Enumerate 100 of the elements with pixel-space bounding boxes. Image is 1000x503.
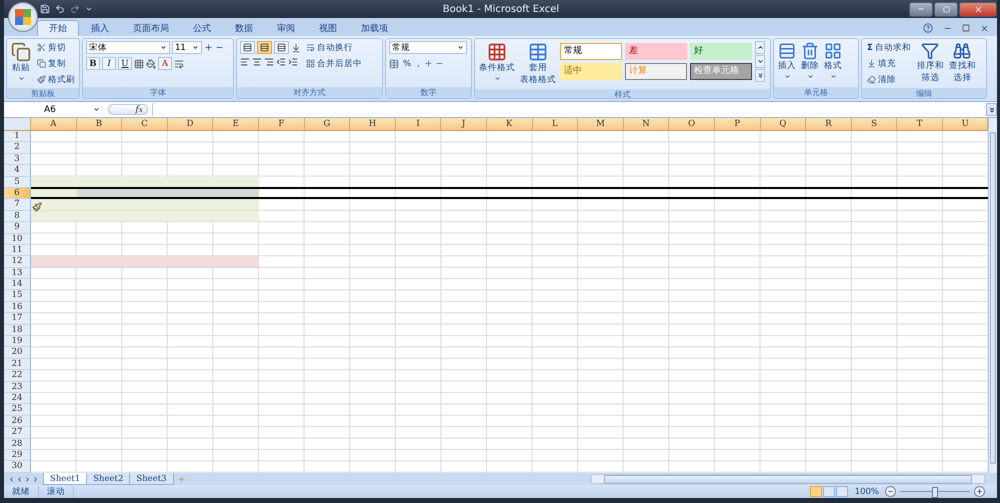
font-name-field[interactable]: 宋体 — [86, 41, 170, 54]
row-header[interactable]: 13 — [4, 268, 31, 280]
outdent-icon[interactable] — [276, 57, 286, 67]
column-header[interactable]: J — [441, 118, 487, 131]
cell-style[interactable]: 差 — [625, 43, 687, 60]
table-format-button[interactable]: 套用 表格格式 — [519, 41, 557, 87]
row-header[interactable]: 19 — [4, 336, 31, 348]
percent-button[interactable]: % — [401, 57, 414, 70]
editing-button[interactable]: 填充 — [865, 57, 913, 70]
column-header[interactable]: L — [532, 118, 578, 131]
office-button[interactable] — [8, 2, 38, 32]
clipboard-button[interactable]: 复制 — [35, 57, 77, 70]
cell-style[interactable]: 适中 — [560, 63, 622, 80]
column-header[interactable]: S — [852, 118, 898, 131]
row-header[interactable]: 15 — [4, 290, 31, 302]
clipboard-button[interactable]: 剪切 — [35, 41, 77, 54]
fill-color-icon[interactable] — [146, 58, 156, 68]
cells-button[interactable]: 插入 — [777, 41, 797, 81]
minimize-button[interactable] — [909, 2, 933, 16]
font-color-button[interactable]: A — [158, 57, 172, 70]
italic-button[interactable]: I — [102, 57, 116, 70]
underline-button[interactable]: U — [118, 57, 132, 70]
row-header[interactable]: 8 — [4, 210, 31, 222]
scroll-up-button[interactable] — [755, 41, 765, 54]
close-icon[interactable] — [980, 24, 989, 32]
column-header[interactable]: F — [258, 118, 305, 131]
row-header[interactable]: 10 — [4, 234, 31, 245]
cell-style[interactable]: 好 — [690, 43, 752, 60]
editing-button[interactable]: 清除 — [865, 73, 913, 86]
prev-sheet-icon[interactable] — [16, 476, 23, 482]
column-header[interactable]: H — [350, 118, 396, 131]
editing-big-button[interactable]: 排序和 筛选 — [916, 41, 945, 85]
align-button[interactable] — [257, 41, 272, 54]
row-header[interactable]: 1 — [4, 131, 31, 142]
undo-icon[interactable] — [55, 4, 65, 14]
row-header[interactable]: 2 — [4, 142, 31, 154]
row-header[interactable]: 5 — [4, 176, 31, 188]
row-header[interactable]: 24 — [4, 392, 31, 404]
close-button[interactable] — [959, 2, 997, 16]
column-header[interactable]: Q — [760, 118, 806, 131]
name-box[interactable]: A6 — [4, 103, 104, 116]
column-header[interactable]: R — [806, 118, 852, 131]
row-header[interactable]: 26 — [4, 416, 31, 428]
align-center-icon[interactable] — [252, 57, 262, 67]
vertical-scrollbar[interactable] — [988, 118, 997, 473]
row-header[interactable]: 11 — [4, 244, 31, 256]
column-header[interactable]: D — [168, 118, 214, 131]
column-header[interactable]: C — [122, 118, 168, 131]
font-size-field[interactable]: 11 — [172, 41, 202, 54]
cells-button[interactable]: 删除 — [800, 41, 820, 81]
redo-icon[interactable] — [70, 4, 80, 14]
row-header[interactable]: 29 — [4, 450, 31, 462]
column-header[interactable]: U — [942, 118, 988, 131]
sheet-tab[interactable]: Sheet1 — [43, 473, 88, 485]
number-format-field[interactable]: 常规 — [389, 41, 467, 54]
comma-button[interactable]: , — [415, 57, 422, 70]
ribbon-tab[interactable]: 插入 — [79, 20, 121, 36]
align-button[interactable] — [274, 41, 289, 54]
column-header[interactable]: O — [669, 118, 715, 131]
column-header[interactable]: E — [213, 118, 259, 131]
row-header[interactable]: 30 — [4, 461, 31, 473]
customize-icon[interactable] — [85, 5, 93, 13]
row-header[interactable]: 4 — [4, 165, 31, 177]
ribbon-tab[interactable]: 审阅 — [265, 20, 307, 36]
ribbon-tab[interactable]: 开始 — [37, 20, 79, 36]
align-right-icon[interactable] — [264, 57, 274, 67]
border-icon[interactable] — [134, 58, 144, 68]
zoom-out-button[interactable] — [885, 486, 896, 497]
ribbon-tab[interactable]: 视图 — [307, 20, 349, 36]
horizontal-scrollbar[interactable] — [591, 474, 985, 484]
help-icon[interactable] — [923, 23, 933, 33]
first-sheet-icon[interactable] — [8, 476, 15, 482]
clipboard-button[interactable]: 格式刷 — [35, 73, 77, 86]
column-header[interactable]: G — [304, 118, 350, 131]
ribbon-tab[interactable]: 数据 — [223, 20, 265, 36]
editing-big-button[interactable]: 查找和 选择 — [948, 41, 977, 85]
row-header[interactable]: 7 — [4, 199, 31, 211]
row-header[interactable]: 25 — [4, 404, 31, 416]
column-header[interactable]: K — [486, 118, 533, 131]
ribbon-tab[interactable]: 页面布局 — [121, 20, 181, 36]
row-header[interactable]: 14 — [4, 279, 31, 290]
cells-button[interactable]: 格式 — [823, 41, 843, 81]
sheet-tab[interactable]: Sheet2 — [86, 473, 130, 485]
paste-button[interactable]: 粘贴 — [10, 41, 32, 83]
merge-center-button[interactable]: 合并后居中 — [304, 57, 364, 70]
row-header[interactable]: 17 — [4, 313, 31, 325]
wrap-text-button[interactable]: 自动换行 — [304, 41, 364, 54]
row-header[interactable]: 22 — [4, 370, 31, 382]
column-header[interactable]: P — [714, 118, 760, 131]
row-header[interactable]: 9 — [4, 222, 31, 234]
maximize-button[interactable] — [934, 2, 958, 16]
column-header[interactable]: M — [578, 118, 624, 131]
column-header[interactable]: A — [31, 118, 77, 131]
row-header[interactable]: 21 — [4, 358, 31, 370]
ribbon-tab[interactable]: 加载项 — [349, 20, 400, 36]
editing-button[interactable]: Σ 自动求和 — [865, 41, 913, 54]
indent-icon[interactable] — [288, 57, 298, 67]
ribbon-tab[interactable]: 公式 — [181, 20, 223, 36]
row-header[interactable]: 18 — [4, 324, 31, 336]
cell-style[interactable]: 常规 — [560, 43, 622, 60]
